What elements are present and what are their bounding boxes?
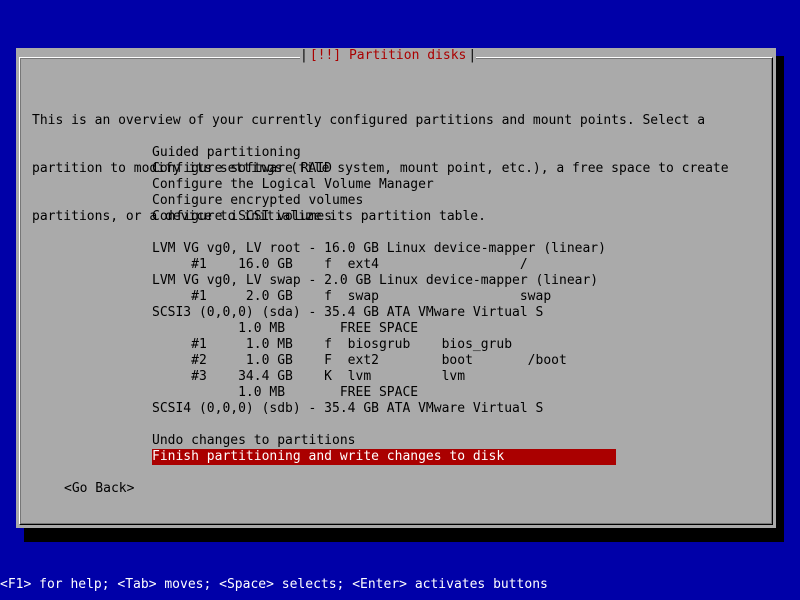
help-footer: <F1> for help; <Tab> moves; <Space> sele… bbox=[0, 577, 548, 592]
menu-item-sda-partition-3[interactable]: #3 34.4 GB K lvm lvm bbox=[152, 369, 616, 385]
menu-item-lvm[interactable]: Configure the Logical Volume Manager bbox=[152, 177, 616, 193]
partition-menu: Guided partitioning Configure software R… bbox=[152, 145, 616, 465]
menu-item-lv-root-partition[interactable]: #1 16.0 GB f ext4 / bbox=[152, 257, 616, 273]
menu-item-sda-free-space-end[interactable]: 1.0 MB FREE SPACE bbox=[152, 385, 616, 401]
menu-item-sda-partition-1[interactable]: #1 1.0 MB f biosgrub bios_grub bbox=[152, 337, 616, 353]
menu-gap bbox=[152, 225, 616, 241]
menu-item-software-raid[interactable]: Configure software RAID bbox=[152, 161, 616, 177]
title-right-bracket: | bbox=[468, 48, 477, 63]
menu-gap bbox=[152, 417, 616, 433]
menu-item-sda-free-space[interactable]: 1.0 MB FREE SPACE bbox=[152, 321, 616, 337]
menu-item-disk-sda[interactable]: SCSI3 (0,0,0) (sda) - 35.4 GB ATA VMware… bbox=[152, 305, 616, 321]
title-left-bracket: | bbox=[300, 48, 308, 63]
description-line: This is an overview of your currently co… bbox=[32, 113, 706, 128]
menu-item-encrypted-volumes[interactable]: Configure encrypted volumes bbox=[152, 193, 616, 209]
menu-item-guided-partitioning[interactable]: Guided partitioning bbox=[152, 145, 616, 161]
menu-item-lv-swap[interactable]: LVM VG vg0, LV swap - 2.0 GB Linux devic… bbox=[152, 273, 616, 289]
partition-dialog: | [!!] Partition disks | This is an over… bbox=[16, 48, 776, 528]
menu-item-sda-partition-2[interactable]: #2 1.0 GB F ext2 boot /boot bbox=[152, 353, 616, 369]
dialog-title-bar: | [!!] Partition disks | bbox=[300, 48, 477, 64]
dialog-title: [!!] Partition disks bbox=[309, 48, 467, 63]
go-back-button[interactable]: <Go Back> bbox=[64, 481, 134, 497]
menu-item-disk-sdb[interactable]: SCSI4 (0,0,0) (sdb) - 35.4 GB ATA VMware… bbox=[152, 401, 616, 417]
menu-item-lv-swap-partition[interactable]: #1 2.0 GB f swap swap bbox=[152, 289, 616, 305]
menu-item-iscsi-volumes[interactable]: Configure iSCSI volumes bbox=[152, 209, 616, 225]
menu-item-undo-changes[interactable]: Undo changes to partitions bbox=[152, 433, 616, 449]
menu-item-lv-root[interactable]: LVM VG vg0, LV root - 16.0 GB Linux devi… bbox=[152, 241, 616, 257]
menu-item-finish-partitioning[interactable]: Finish partitioning and write changes to… bbox=[152, 449, 616, 465]
